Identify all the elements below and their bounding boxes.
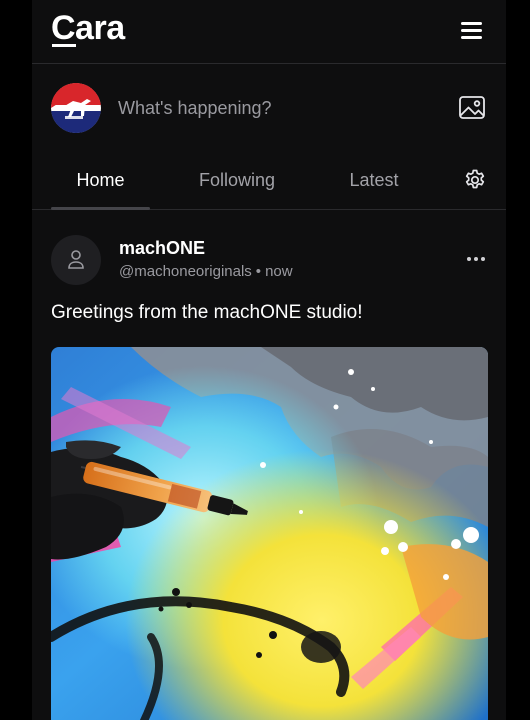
author-name[interactable]: machONE	[119, 237, 205, 259]
feed-tabs: Home Following Latest	[32, 152, 506, 210]
user-icon	[68, 250, 84, 269]
logo-underline	[52, 44, 76, 47]
post-time: now	[265, 263, 293, 280]
meta-separator: •	[255, 263, 262, 280]
post-meta: @machoneoriginals • now	[119, 262, 293, 282]
post-image[interactable]	[51, 347, 488, 720]
active-tab-indicator	[51, 207, 150, 210]
author-handle[interactable]: @machoneoriginals	[119, 263, 252, 280]
cara-logo[interactable]: Cara	[51, 8, 125, 48]
author-avatar[interactable]	[51, 235, 101, 285]
post-text: Greetings from the machONE studio!	[51, 302, 363, 323]
app-screen: Cara H	[32, 0, 506, 720]
user-avatar[interactable]	[51, 83, 101, 133]
tab-latest[interactable]: Latest	[324, 169, 424, 191]
post-composer	[32, 64, 506, 152]
image-icon[interactable]	[458, 95, 486, 121]
gear-icon[interactable]	[463, 168, 487, 192]
tab-home[interactable]: Home	[52, 169, 149, 191]
tab-following[interactable]: Following	[172, 169, 302, 191]
compose-input[interactable]	[118, 94, 418, 122]
feed-post: machONE @machoneoriginals • now Greetings …	[32, 211, 506, 720]
hamburger-menu-icon[interactable]	[460, 20, 484, 40]
top-bar: Cara	[32, 0, 506, 64]
more-horizontal-icon[interactable]	[466, 255, 488, 263]
